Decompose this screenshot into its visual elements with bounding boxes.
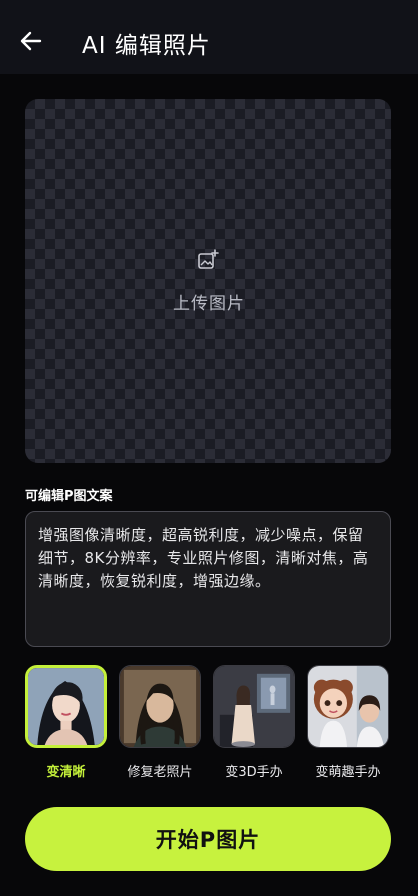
style-thumbnail-restore-old-photo xyxy=(119,665,201,748)
style-thumbnail-sharpen xyxy=(25,665,107,748)
top-app-bar: AI 编辑照片 xyxy=(0,0,418,74)
style-option-3d-figure[interactable]: 变3D手办 xyxy=(213,665,295,780)
cute-figure-thumbnail-image xyxy=(308,666,388,747)
old-photo-thumbnail-image xyxy=(120,666,200,747)
style-option-restore-old-photo[interactable]: 修复老照片 xyxy=(119,665,201,780)
portrait-thumbnail-image xyxy=(28,668,104,745)
style-option-sharpen[interactable]: 变清晰 xyxy=(25,665,107,780)
style-label-restore-old-photo: 修复老照片 xyxy=(127,765,193,780)
add-image-icon xyxy=(198,249,219,269)
upload-label: 上传图片 xyxy=(173,294,245,314)
style-label-sharpen: 变清晰 xyxy=(46,765,86,780)
style-label-3d-figure: 变3D手办 xyxy=(225,765,283,780)
start-edit-button[interactable]: 开始P图片 xyxy=(25,807,391,871)
style-thumbnail-cute-figure xyxy=(307,665,389,748)
upload-image-area[interactable] xyxy=(25,99,391,463)
style-label-cute-figure: 变萌趣手办 xyxy=(315,765,381,780)
arrow-left-icon xyxy=(20,31,42,51)
prompt-section-label: 可编辑P图文案 xyxy=(25,489,113,504)
3d-figure-thumbnail-image xyxy=(214,666,294,747)
back-button[interactable] xyxy=(14,25,48,57)
style-thumbnail-3d-figure xyxy=(213,665,295,748)
style-option-cute-figure[interactable]: 变萌趣手办 xyxy=(307,665,389,780)
prompt-text-field[interactable]: 增强图像清晰度，超高锐利度，减少噪点，保留细节，8K分辨率，专业照片修图，清晰对… xyxy=(25,511,391,647)
page-title: AI 编辑照片 xyxy=(82,33,211,59)
